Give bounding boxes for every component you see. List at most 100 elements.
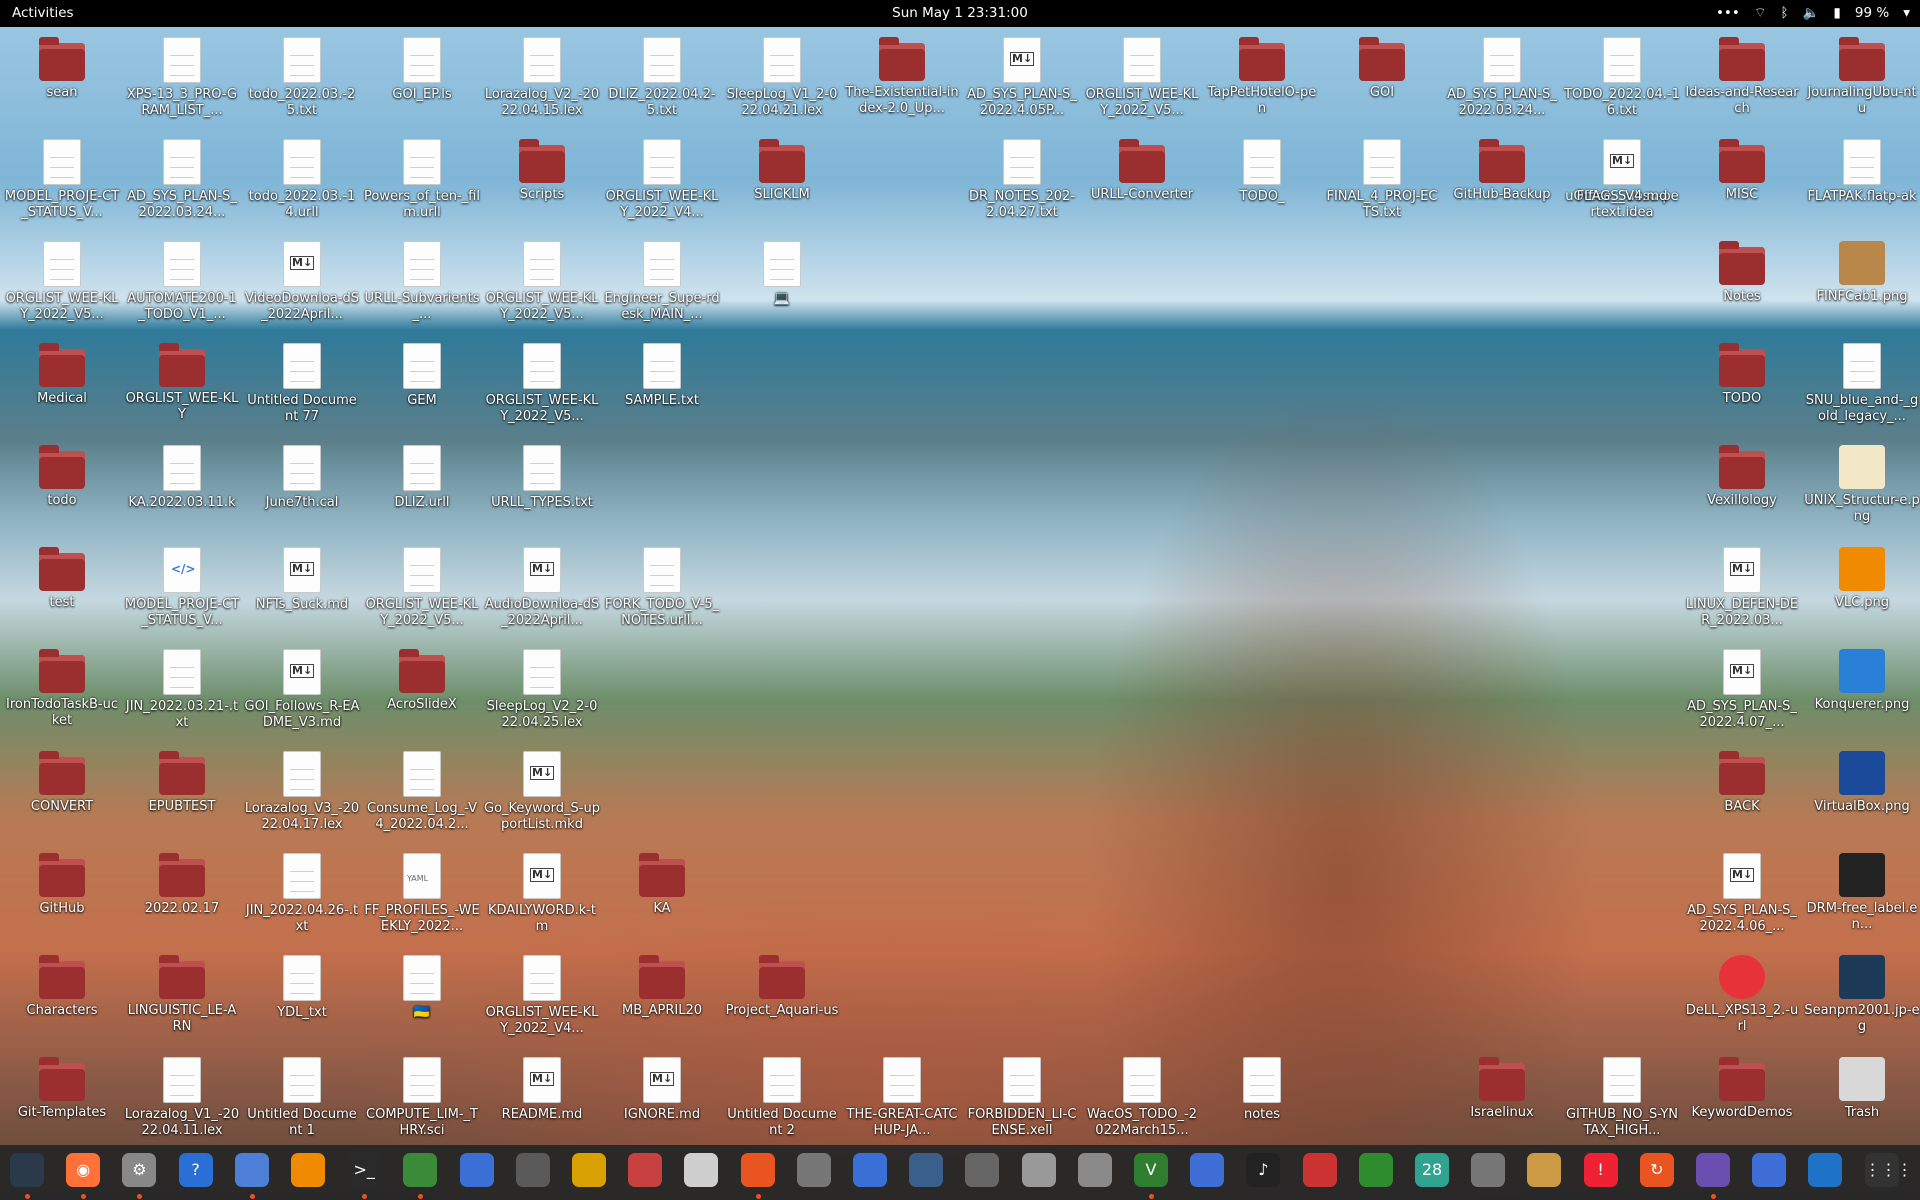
desktop-item-engineer-supe-rdesk-main[interactable]: Engineer_Supe-rdesk_MAIN_... bbox=[604, 237, 720, 323]
desktop-item-ydl-txt[interactable]: YDL_txt bbox=[244, 951, 360, 1021]
desktop-item-ad-sys-plan-s-2022-4-05p[interactable]: AD_SYS_PLAN-S_2022.4.05P... bbox=[964, 33, 1080, 119]
desktop-item-scripts[interactable]: Scripts bbox=[484, 135, 600, 203]
desktop-item-kdailyword-k-tm[interactable]: KDAILYWORD.k-tm bbox=[484, 849, 600, 935]
desktop-item-vlc-png[interactable]: VLC.png bbox=[1804, 543, 1920, 611]
desktop-item-irontodotaskb-ucket[interactable]: IronTodoTaskB-ucket bbox=[4, 645, 120, 729]
desktop-item-forbidden-li-cense-xell[interactable]: FORBIDDEN_LI-CENSE.xell bbox=[964, 1053, 1080, 1139]
desktop-item-sample-txt[interactable]: SAMPLE.txt bbox=[604, 339, 720, 409]
desktop-item-github-backup[interactable]: GitHub-Backup bbox=[1444, 135, 1560, 203]
desktop-item-todo[interactable]: TODO bbox=[1684, 339, 1800, 407]
desktop-item-slicklm[interactable]: SLICKLM bbox=[724, 135, 840, 203]
system-tray[interactable]: ••• ⌔ ᛒ 🔈 ▮ 99 % ▾ bbox=[1716, 4, 1910, 22]
dictionary-icon[interactable] bbox=[909, 1153, 944, 1187]
desktop-item-github-no-s-yntax-high[interactable]: GITHUB_NO_S-YNTAX_HIGH... bbox=[1564, 1053, 1680, 1139]
desktop-item-drm-free-label-en[interactable]: DRM-free_label.en... bbox=[1804, 849, 1920, 933]
desktop-item-linux-defen-der-2022-03[interactable]: LINUX_DEFEN-DER_2022.03... bbox=[1684, 543, 1800, 629]
desktop-item-characters[interactable]: Characters bbox=[4, 951, 120, 1019]
desktop-item-xps-13-3-pro-gram-list[interactable]: XPS-13_3_PRO-GRAM_LIST_... bbox=[124, 33, 240, 119]
text-doc-icon[interactable] bbox=[234, 1153, 269, 1187]
desktop-item-journalingubu-ntu[interactable]: JournalingUbu-ntu bbox=[1804, 33, 1920, 117]
desktop-item-model-proje-ct-status-v[interactable]: MODEL_PROJE-CT_STATUS_V... bbox=[124, 543, 240, 629]
image-viewer-icon[interactable] bbox=[515, 1153, 550, 1187]
desktop-item-todo-2022-03-25-txt[interactable]: todo_2022.03.-25.txt bbox=[244, 33, 360, 119]
desktop-item-lorazalog-v3-2022-04-17-lex[interactable]: Lorazalog_V3_-2022.04.17.lex bbox=[244, 747, 360, 833]
app-store-icon[interactable] bbox=[740, 1153, 775, 1187]
desktop-item-todo-2022-03-14-urll[interactable]: todo_2022.03.-14.urll bbox=[244, 135, 360, 221]
desktop-item-orglist-wee-kly-2022-v4[interactable]: ORGLIST_WEE-KLY_2022_V4... bbox=[604, 135, 720, 221]
desktop-item-project-aquari-us[interactable]: Project_Aquari-us bbox=[724, 951, 840, 1019]
desktop-item-item[interactable]: 🇺🇦 bbox=[364, 951, 480, 1021]
desktop-item-keyworddemos[interactable]: KeywordDemos bbox=[1684, 1053, 1800, 1121]
desktop-item-acroslidex[interactable]: AcroSlideX bbox=[364, 645, 480, 713]
help-icon[interactable]: ? bbox=[178, 1153, 213, 1187]
graph-icon[interactable] bbox=[628, 1153, 663, 1187]
desktop-item-nfts-suck-md[interactable]: NFTs_Suck.md bbox=[244, 543, 360, 613]
desktop-item-ad-sys-plan-s-2022-03-24[interactable]: AD_SYS_PLAN-S_2022.03.24... bbox=[1444, 33, 1560, 119]
desktop-item-orglist-wee-kly-2022-v5[interactable]: ORGLIST_WEE-KLY_2022_V5... bbox=[1084, 33, 1200, 119]
game-icon[interactable] bbox=[1471, 1153, 1506, 1187]
desktop-item-back[interactable]: BACK bbox=[1684, 747, 1800, 815]
desktop-item-model-proje-ct-status-v[interactable]: MODEL_PROJE-CT_STATUS_V... bbox=[4, 135, 120, 221]
desktop-item-ideas-and-research[interactable]: Ideas-and-Research bbox=[1684, 33, 1800, 117]
tray-menu-dots[interactable]: ••• bbox=[1716, 5, 1740, 21]
add-app-icon[interactable] bbox=[403, 1153, 438, 1187]
update-icon[interactable]: ↻ bbox=[1639, 1153, 1674, 1187]
desktop-item-orglist-wee-kly-2022-v4[interactable]: ORGLIST_WEE-KLY_2022_V4... bbox=[484, 951, 600, 1037]
text-editor-icon[interactable] bbox=[459, 1153, 494, 1187]
desktop-item-finfcab1-png[interactable]: FINFCab1.png bbox=[1804, 237, 1920, 305]
activities-button[interactable]: Activities bbox=[12, 5, 74, 21]
calculator-icon[interactable] bbox=[572, 1153, 606, 1187]
vlc-icon[interactable] bbox=[291, 1153, 325, 1187]
desktop-item-ad-sys-plan-s-2022-4-07[interactable]: AD_SYS_PLAN-S_2022.4.07_... bbox=[1684, 645, 1800, 731]
desktop-item-compute-lim-thry-sci[interactable]: COMPUTE_LIM-_THRY.sci bbox=[364, 1053, 480, 1139]
files-icon[interactable] bbox=[684, 1153, 719, 1187]
desktop-item-epubtest[interactable]: EPUBTEST bbox=[124, 747, 240, 815]
desktop-item-powers-of-ten-film-urll[interactable]: Powers_of_ten-_film.urll bbox=[364, 135, 480, 221]
character-map-icon[interactable] bbox=[1021, 1153, 1056, 1187]
desktop-item-sleeplog-v2-2-022-04-25-lex[interactable]: SleepLog_V2_2-022.04.25.lex bbox=[484, 645, 600, 731]
desktop-item-trash[interactable]: Trash bbox=[1804, 1053, 1920, 1121]
desktop-item-dell-xps13-2-url[interactable]: DeLL_XPS13_2.-url bbox=[1684, 951, 1800, 1035]
desktop-item-item[interactable]: 💻 bbox=[724, 237, 840, 307]
terminal-icon[interactable]: >_ bbox=[347, 1153, 382, 1187]
alert-icon[interactable]: ! bbox=[1583, 1153, 1618, 1187]
desktop-item-seanpm2001-jp-eg[interactable]: Seanpm2001.jp-eg bbox=[1804, 951, 1920, 1035]
desktop-item-mb-april20[interactable]: MB_APRIL20 bbox=[604, 951, 720, 1019]
desktop-item-final-4-proj-ects-txt[interactable]: FINAL_4_PROJ-ECTS.txt bbox=[1324, 135, 1440, 221]
desktop-item-dliz-urll[interactable]: DLIZ.urll bbox=[364, 441, 480, 511]
inkscape-icon[interactable] bbox=[1808, 1153, 1843, 1187]
desktop-item-wacos-todo-2022march15[interactable]: WacOS_TODO_-2022March15... bbox=[1084, 1053, 1200, 1139]
desktop-item-goi-ep-ls[interactable]: GOI_EP.ls bbox=[364, 33, 480, 103]
desktop-item-automate200-1-todo-v1[interactable]: AUTOMATE200-1_TODO_V1_... bbox=[124, 237, 240, 323]
desktop-item-ka-2022-03-11-k[interactable]: KA.2022.03.11.k bbox=[124, 441, 240, 511]
settings-icon[interactable]: ⚙ bbox=[122, 1153, 157, 1187]
desktop-item-ad-sys-plan-s-2022-4-06[interactable]: AD_SYS_PLAN-S_2022.4.06_... bbox=[1684, 849, 1800, 935]
pdf-icon[interactable] bbox=[1302, 1153, 1337, 1187]
desktop-item-todo[interactable]: todo bbox=[4, 441, 120, 509]
desktop-item-readme-md[interactable]: README.md bbox=[484, 1053, 600, 1123]
desktop-item-gem[interactable]: GEM bbox=[364, 339, 480, 409]
desktop-item-notes[interactable]: notes bbox=[1204, 1053, 1320, 1123]
desktop-item-ff-profiles-weekly-2022[interactable]: FF_PROFILES_-WEEKLY_2022... bbox=[364, 849, 480, 935]
desktop-item-goi[interactable]: GOI bbox=[1324, 33, 1440, 101]
desktop-item-orglist-wee-kly-2022-v5[interactable]: ORGLIST_WEE-KLY_2022_V5... bbox=[484, 237, 600, 323]
desktop-item-todo[interactable]: TODO_ bbox=[1204, 135, 1320, 205]
desktop-item-linguistic-le-arn[interactable]: LINGUISTIC_LE-ARN bbox=[124, 951, 240, 1035]
desktop-item-israelinux[interactable]: Israelinux bbox=[1444, 1053, 1560, 1121]
desktop-item-tappethotelo-pen[interactable]: TapPetHotelO-pen bbox=[1204, 33, 1320, 117]
desktop-item-snu-blue-and-gold-legacy[interactable]: SNU_blue_and-_gold_legacy_... bbox=[1804, 339, 1920, 425]
desktop-item-ka[interactable]: KA bbox=[604, 849, 720, 917]
music-icon[interactable]: ♪ bbox=[1246, 1153, 1281, 1187]
clock[interactable]: Sun May 1 23:31:00 bbox=[892, 5, 1028, 21]
desktop-item-the-great-catchup-ja[interactable]: THE-GREAT-CATCHUP-JA... bbox=[844, 1053, 960, 1139]
firefox-icon[interactable]: ◉ bbox=[66, 1153, 101, 1187]
desktop-item-lorazalog-v1-2022-04-11-lex[interactable]: Lorazalog_V1_-2022.04.11.lex bbox=[124, 1053, 240, 1139]
desktop-item-go-keyword-s-upportlist-mkd[interactable]: Go_Keyword_S-upportList.mkd bbox=[484, 747, 600, 833]
desktop-item-misc[interactable]: MISC bbox=[1684, 135, 1800, 203]
scanner-icon[interactable] bbox=[965, 1153, 1000, 1187]
desktop-item-untitled-document-1[interactable]: Untitled Document 1 bbox=[244, 1053, 360, 1139]
desktop-item-jin-2022-04-26-txt[interactable]: JIN_2022.04.26-.txt bbox=[244, 849, 360, 935]
desktop-item-ignore-md[interactable]: IGNORE.md bbox=[604, 1053, 720, 1123]
disk-icon[interactable] bbox=[796, 1153, 831, 1187]
desktop-item-orglist-wee-kly-2022-v5[interactable]: ORGLIST_WEE-KLY_2022_V5... bbox=[4, 237, 120, 323]
